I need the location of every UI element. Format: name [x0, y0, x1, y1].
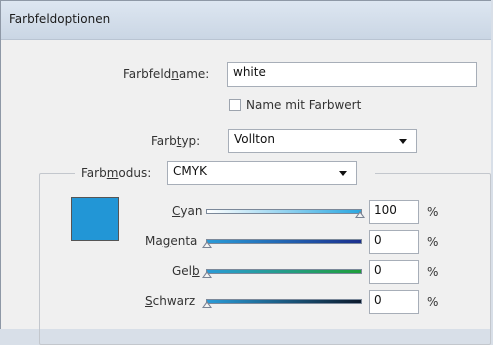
- yellow-percent-unit: %: [427, 265, 439, 279]
- color-type-select[interactable]: Vollton: [228, 129, 417, 153]
- yellow-label: Gelb: [172, 264, 200, 278]
- black-label: Schwarz: [145, 294, 196, 308]
- color-type-label: Farbtyp:: [151, 134, 201, 148]
- swatch-name-input[interactable]: white: [227, 62, 477, 87]
- swatch-options-dialog: Farbfeldoptionen Farbfeldname: white Nam…: [0, 0, 491, 345]
- cyan-label: Cyan: [172, 204, 203, 218]
- title-bar: Farbfeldoptionen: [1, 1, 491, 40]
- chevron-down-icon: [339, 171, 347, 176]
- black-slider-track[interactable]: [206, 299, 362, 304]
- dialog-title: Farbfeldoptionen: [9, 12, 111, 26]
- yellow-value-input[interactable]: 0: [369, 260, 419, 284]
- magenta-percent-unit: %: [427, 235, 439, 249]
- swatch-name-label: Farbfeldname:: [123, 67, 210, 81]
- black-percent-unit: %: [427, 295, 439, 309]
- color-preview-swatch: [71, 197, 119, 241]
- name-with-color-value-checkbox[interactable]: [229, 99, 241, 111]
- black-slider-handle[interactable]: [202, 301, 212, 308]
- magenta-value-input[interactable]: 0: [369, 230, 419, 254]
- yellow-slider-handle[interactable]: [202, 271, 212, 278]
- magenta-slider-track[interactable]: [206, 239, 362, 244]
- color-type-value: Vollton: [234, 132, 275, 146]
- cyan-slider-track[interactable]: [206, 209, 362, 214]
- chevron-down-icon: [399, 139, 407, 144]
- black-value-input[interactable]: 0: [369, 290, 419, 314]
- cyan-slider-handle[interactable]: [355, 211, 365, 218]
- yellow-slider-track[interactable]: [206, 269, 362, 274]
- magenta-slider-handle[interactable]: [202, 241, 212, 248]
- cyan-percent-unit: %: [427, 205, 439, 219]
- name-with-color-value-label: Name mit Farbwert: [246, 98, 362, 112]
- magenta-label: Magenta: [145, 234, 198, 248]
- cyan-value-input[interactable]: 100: [369, 200, 419, 224]
- color-mode-select[interactable]: CMYK: [167, 161, 357, 185]
- color-mode-value: CMYK: [173, 164, 207, 178]
- color-mode-label: Farbmodus:: [81, 166, 152, 180]
